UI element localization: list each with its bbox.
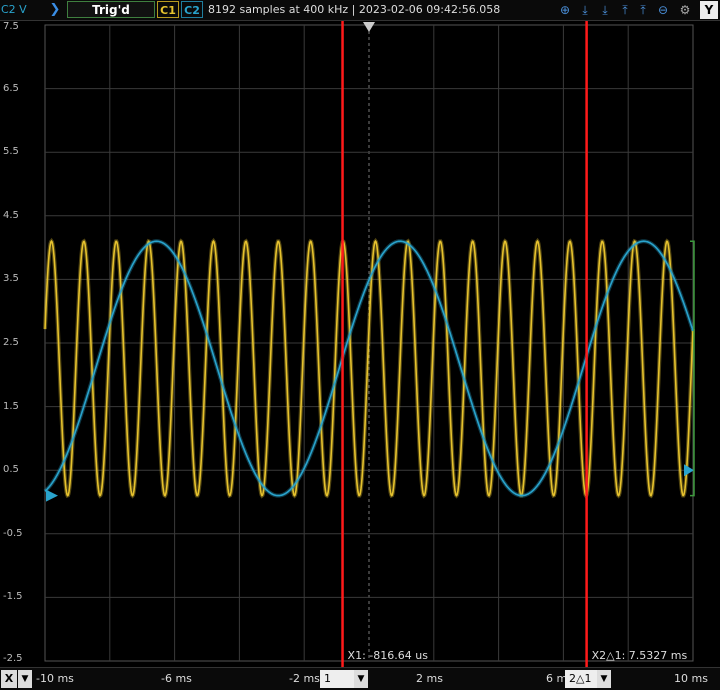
x-tick-label: -10 ms xyxy=(36,672,74,685)
y-tick-label: 1.5 xyxy=(3,400,19,412)
expand-arrow-icon[interactable]: ❯ xyxy=(48,0,62,20)
y-tick-label: 2.5 xyxy=(3,337,19,348)
markers xyxy=(46,22,695,502)
x-tick-label: 10 ms xyxy=(674,672,708,685)
x-tick-label: -6 ms xyxy=(161,672,192,685)
x-tick-label: 2 ms xyxy=(416,672,443,685)
y-axis-button[interactable]: Y xyxy=(700,1,718,19)
x-axis-dropdown-icon[interactable]: ▼ xyxy=(18,670,32,688)
settings-icon[interactable]: ⚙ xyxy=(677,2,693,18)
align-down-alt-icon[interactable]: ⤓ xyxy=(597,2,613,18)
cursor-1-select[interactable]: 1 xyxy=(320,670,354,688)
y-tick-label: 7.5 xyxy=(3,21,19,32)
cursor-x1-readout: X1: -816.64 us xyxy=(347,649,428,662)
zoom-out-icon[interactable]: ⊖ xyxy=(655,2,671,18)
cursor-1-dropdown-icon[interactable]: ▼ xyxy=(354,670,368,688)
acquisition-info: 8192 samples at 400 kHz | 2023-02-06 09:… xyxy=(208,3,501,16)
y-tick-label: -0.5 xyxy=(3,527,23,539)
channel-offset-marker xyxy=(46,489,58,502)
y-tick-label: -2.5 xyxy=(3,653,23,664)
vertical-scale-label: C2 V xyxy=(1,3,27,16)
channel-1-button[interactable]: C1 xyxy=(157,1,179,18)
x-tick-label: -2 ms xyxy=(289,672,320,685)
trigger-status-button[interactable]: Trig'd xyxy=(67,1,155,18)
y-tick-label: 3.5 xyxy=(3,273,19,285)
align-up-alt-icon[interactable]: ⤒ xyxy=(635,2,651,18)
oscilloscope-display[interactable] xyxy=(0,21,720,667)
y-tick-label: -1.5 xyxy=(3,591,23,603)
align-down-icon[interactable]: ⤓ xyxy=(577,2,593,18)
y-tick-label: 4.5 xyxy=(3,209,19,221)
toolbar-top: C2 V ❯ Trig'd C1 C2 8192 samples at 400 … xyxy=(0,0,720,21)
toolbar-bottom: X ▼ -10 ms -6 ms -2 ms 1 ▼ 2 ms 6 ms 2△1… xyxy=(0,667,720,690)
trigger-position-marker xyxy=(363,22,375,32)
x-axis-button[interactable]: X xyxy=(1,670,17,688)
zoom-in-icon[interactable]: ⊕ xyxy=(557,2,573,18)
plot-area[interactable]: 7.5 6.5 5.5 4.5 3.5 2.5 1.5 0.5 -0.5 -1.5 -2.5 X1:… xyxy=(0,21,720,667)
y-tick-label: 6.5 xyxy=(3,82,19,94)
channel-2-button[interactable]: C2 xyxy=(181,1,203,18)
align-up-icon[interactable]: ⤒ xyxy=(617,2,633,18)
cursor-2-select[interactable]: 2△1 xyxy=(565,670,597,688)
y-tick-label: 5.5 xyxy=(3,146,19,158)
cursor-2-dropdown-icon[interactable]: ▼ xyxy=(597,670,611,688)
y-tick-label: 0.5 xyxy=(3,464,19,476)
cursor-x2-delta-readout: X2△1: 7.5327 ms xyxy=(591,649,688,662)
